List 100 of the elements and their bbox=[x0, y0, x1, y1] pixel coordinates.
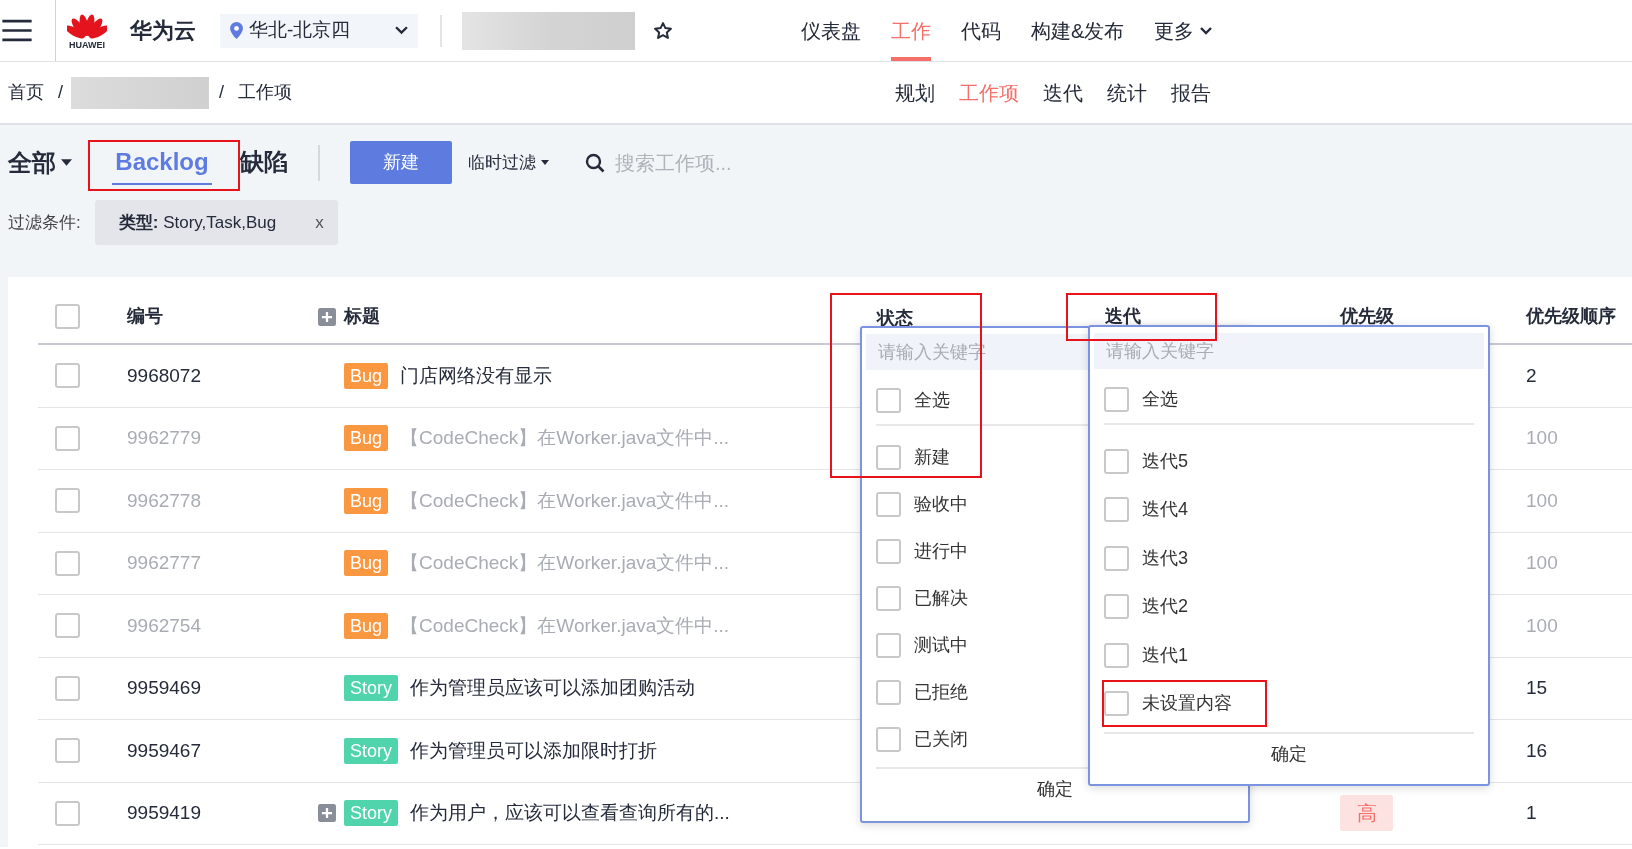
nav-tab[interactable]: 更多 bbox=[1154, 0, 1213, 61]
checkbox[interactable] bbox=[55, 363, 80, 389]
type-tag: Bug bbox=[344, 362, 389, 389]
checkbox[interactable] bbox=[876, 445, 901, 470]
sub-tab[interactable]: 统计 bbox=[1107, 77, 1148, 108]
priority-order: 100 bbox=[1526, 489, 1558, 511]
option-label[interactable]: 迭代2 bbox=[1142, 593, 1188, 621]
checkbox[interactable] bbox=[876, 586, 901, 611]
item-title[interactable]: 门店网络没有显示 bbox=[400, 361, 553, 390]
logo[interactable]: HUAWEI bbox=[64, 11, 110, 50]
checkbox[interactable] bbox=[1104, 497, 1129, 523]
search-icon bbox=[585, 152, 605, 173]
type-tag: Bug bbox=[344, 612, 389, 639]
item-title[interactable]: 作为用户，应该可以查看查询所有的... bbox=[410, 799, 730, 828]
column-header: 编号 bbox=[127, 306, 163, 326]
nav-tab[interactable]: 代码 bbox=[961, 0, 1001, 61]
caret-icon bbox=[61, 159, 72, 166]
sub-tab[interactable]: 规划 bbox=[895, 77, 936, 108]
option-label[interactable]: 迭代4 bbox=[1142, 496, 1188, 524]
type-tag: Story bbox=[344, 800, 398, 827]
item-id: 9959467 bbox=[127, 739, 201, 761]
checkbox[interactable] bbox=[876, 492, 901, 517]
priority-order: 15 bbox=[1526, 677, 1548, 698]
view-tab[interactable]: 缺陷 bbox=[240, 140, 288, 185]
checkbox[interactable] bbox=[1104, 594, 1129, 620]
breadcrumb-separator: / bbox=[58, 81, 63, 104]
quick-filter-dropdown[interactable]: 临时过滤 bbox=[468, 149, 549, 176]
checkbox[interactable] bbox=[55, 550, 80, 576]
checkbox[interactable] bbox=[876, 680, 901, 705]
checkbox[interactable] bbox=[1104, 448, 1129, 474]
priority-order: 100 bbox=[1526, 552, 1558, 573]
checkbox[interactable] bbox=[55, 738, 80, 764]
expand-icon[interactable] bbox=[318, 804, 336, 823]
checkbox[interactable] bbox=[1104, 545, 1129, 571]
nav-tab[interactable]: 构建&发布 bbox=[1031, 0, 1125, 61]
chevron-down-icon bbox=[395, 26, 408, 35]
view-tab[interactable]: Backlog bbox=[112, 140, 212, 185]
checkbox[interactable] bbox=[55, 488, 80, 514]
option-label[interactable]: 未设置内容 bbox=[1142, 690, 1232, 718]
brand-name: 华为云 bbox=[130, 17, 196, 45]
item-title[interactable]: 作为管理员应该可以添加团购活动 bbox=[410, 674, 695, 703]
checkbox[interactable] bbox=[55, 800, 80, 826]
sub-tab[interactable]: 报告 bbox=[1171, 77, 1212, 108]
checkbox[interactable] bbox=[55, 425, 80, 451]
priority-order: 2 bbox=[1526, 364, 1537, 386]
option-label[interactable]: 新建 bbox=[914, 444, 950, 471]
scope-select[interactable]: 全部 bbox=[8, 144, 72, 181]
priority-order: 16 bbox=[1526, 739, 1548, 761]
search-field[interactable]: 搜索工作项... bbox=[615, 147, 835, 178]
column-header: 标题 bbox=[344, 305, 380, 328]
chevron-down-icon bbox=[1200, 26, 1213, 35]
chip-remove-button[interactable]: x bbox=[315, 209, 324, 236]
menu-icon[interactable] bbox=[2, 19, 32, 42]
caret-icon bbox=[541, 160, 549, 165]
checkbox[interactable] bbox=[1104, 386, 1129, 412]
item-title[interactable]: 作为管理员可以添加限时打折 bbox=[410, 736, 657, 765]
star-icon[interactable] bbox=[653, 20, 673, 41]
sub-tab[interactable]: 迭代 bbox=[1043, 77, 1084, 108]
filter-label: 过滤条件: bbox=[8, 212, 81, 234]
type-tag: Bug bbox=[344, 550, 389, 577]
filter-chip[interactable]: 类型: Story,Task,Bug x bbox=[94, 200, 338, 245]
checkbox[interactable] bbox=[876, 727, 901, 752]
item-id: 9962778 bbox=[127, 489, 201, 511]
column-header: 迭代 bbox=[1105, 306, 1141, 326]
option-label[interactable]: 已关闭 bbox=[914, 726, 968, 753]
new-button[interactable]: 新建 bbox=[350, 141, 452, 184]
type-tag: Bug bbox=[344, 425, 389, 452]
breadcrumb-separator: / bbox=[219, 81, 225, 104]
breadcrumb-link[interactable]: 首页 bbox=[8, 79, 44, 106]
checkbox[interactable] bbox=[1104, 642, 1129, 668]
option-label[interactable]: 迭代3 bbox=[1142, 544, 1188, 572]
option-label[interactable]: 验收中 bbox=[914, 491, 968, 518]
checkbox[interactable] bbox=[876, 633, 901, 658]
type-tag: Story bbox=[344, 737, 398, 764]
checkbox[interactable] bbox=[876, 387, 901, 413]
logo-text: HUAWEI bbox=[69, 41, 105, 50]
type-tag: Story bbox=[344, 675, 398, 702]
item-id: 9962754 bbox=[127, 614, 201, 636]
option-label[interactable]: 进行中 bbox=[914, 538, 968, 565]
item-id: 9962779 bbox=[127, 427, 201, 448]
option-label[interactable]: 测试中 bbox=[914, 632, 968, 659]
priority-order: 100 bbox=[1526, 427, 1558, 448]
column-header: 优先级 bbox=[1340, 306, 1394, 326]
breadcrumb-current: 工作项 bbox=[238, 81, 293, 104]
priority-order: 100 bbox=[1526, 614, 1558, 636]
priority-order: 1 bbox=[1526, 802, 1537, 823]
checkbox[interactable] bbox=[55, 613, 80, 639]
checkbox[interactable] bbox=[876, 539, 901, 564]
expand-icon[interactable] bbox=[318, 307, 336, 326]
column-header: 优先级顺序 bbox=[1526, 306, 1616, 326]
item-id: 9959419 bbox=[127, 802, 201, 823]
option-label[interactable]: 已拒绝 bbox=[914, 679, 968, 706]
filter-chip-text: 类型: Story,Task,Bug bbox=[118, 211, 277, 234]
checkbox[interactable] bbox=[55, 675, 80, 701]
checkbox[interactable] bbox=[55, 304, 80, 329]
region-select[interactable]: 华北-北京四 bbox=[220, 13, 418, 48]
priority-badge: 高 bbox=[1340, 795, 1393, 832]
item-id: 9968072 bbox=[127, 364, 201, 386]
type-tag: Bug bbox=[344, 487, 389, 514]
nav-tab[interactable]: 仪表盘 bbox=[801, 0, 861, 61]
